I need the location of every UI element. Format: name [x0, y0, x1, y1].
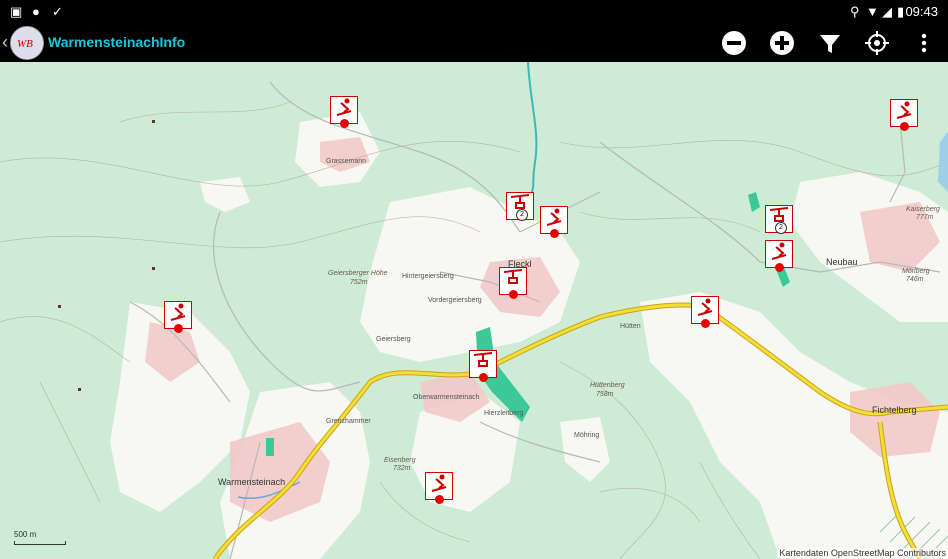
location-icon: ⚲ — [850, 4, 860, 19]
marker-dot — [479, 373, 488, 382]
app-title: WarmensteinachInfo — [48, 34, 186, 50]
signal-icon: ◢ — [882, 4, 892, 19]
label-geiersberger-hoehe: Geiersberger Höhe — [328, 270, 388, 277]
label-oberwarmensteinach: Oberwarmensteinach — [413, 394, 480, 401]
scale-bar — [14, 541, 66, 545]
marker-dot — [435, 495, 444, 504]
scale-label: 500 m — [14, 530, 37, 539]
marker-count-badge: 2 — [775, 222, 787, 234]
ski-marker-fleckl-1[interactable]: 2 — [506, 192, 534, 221]
marker-dot — [775, 263, 784, 272]
map-tiles — [0, 62, 948, 559]
label-huetten: Hütten — [620, 323, 641, 330]
ski-marker-geiersberg[interactable] — [691, 296, 719, 328]
app-bar: ‹ WB WarmensteinachInfo — [0, 24, 948, 62]
ski-marker-top-right[interactable] — [890, 99, 918, 131]
marker-dot — [550, 229, 559, 238]
label-huettenberg: Hüttenberg — [590, 382, 625, 389]
label-kaiserberg-elev: 777m — [916, 214, 934, 221]
label-grenzhammer: Grenzhammer — [326, 418, 371, 425]
label-moerlberg: Mörlberg — [902, 268, 930, 275]
ski-lift-icon — [503, 269, 523, 284]
marker-dot — [340, 119, 349, 128]
label-huettenberg-elev: 758m — [596, 391, 614, 398]
clock: 09:43 — [905, 4, 938, 19]
locate-button[interactable] — [861, 27, 893, 59]
zoom-out-button[interactable] — [718, 27, 750, 59]
map-attribution[interactable]: Kartendaten OpenStreetMap Contributors — [777, 548, 948, 558]
map-view[interactable]: Grassemann Geiersberger Höhe 752m Hinter… — [0, 62, 948, 559]
ski-marker-neubau-2[interactable] — [765, 240, 793, 272]
back-icon[interactable]: ‹ — [2, 32, 8, 53]
svg-text:WB: WB — [17, 38, 33, 50]
marker-count-badge: 2 — [516, 209, 528, 221]
ski-lift-icon — [473, 352, 493, 367]
ski-marker-fleckl-2[interactable] — [540, 206, 568, 238]
notification-a-icon: ▣ — [10, 4, 23, 19]
skiing-icon — [431, 474, 447, 492]
overflow-menu-button[interactable] — [908, 27, 940, 59]
skiing-icon — [546, 208, 562, 226]
skiing-icon — [896, 101, 912, 119]
label-neubau: Neubau — [826, 257, 858, 267]
label-moehring: Möhring — [574, 432, 600, 439]
ski-marker-south[interactable] — [425, 472, 453, 504]
app-logo[interactable]: WB — [10, 26, 44, 60]
label-moerlberg-elev: 746m — [906, 276, 924, 283]
ski-marker-west[interactable] — [164, 301, 192, 333]
ski-marker-fleckl-3[interactable] — [499, 267, 527, 299]
skiing-icon — [697, 298, 713, 316]
marker-dot — [701, 319, 710, 328]
label-geiersberg: Geiersberg — [376, 336, 411, 343]
notification-circle-icon: ● — [32, 4, 40, 19]
notification-check-icon: ✓ — [52, 4, 63, 19]
label-fichtelberg: Fichtelberg — [872, 405, 917, 415]
label-kaiserberg: Kaiserberg — [906, 206, 940, 213]
skiing-icon — [170, 303, 186, 321]
label-grassemann: Grassemann — [326, 158, 367, 165]
ski-marker-oberwarmensteinach[interactable] — [469, 350, 497, 382]
ski-marker-grassemann[interactable] — [330, 96, 358, 128]
label-warmensteinach: Warmensteinach — [218, 477, 286, 487]
marker-dot — [900, 122, 909, 131]
label-hintergeiersberg: Hintergeiersberg — [402, 273, 454, 280]
label-hierzleitberg: Hierzleitberg — [484, 410, 524, 417]
marker-dot — [174, 324, 183, 333]
marker-dot — [509, 290, 518, 299]
label-eisenberg-elev: 732m — [393, 465, 411, 472]
ski-marker-neubau-1[interactable]: 2 — [765, 205, 793, 234]
skiing-icon — [771, 242, 787, 260]
label-geiersberger-hoehe-elev: 752m — [350, 279, 368, 286]
battery-icon: ▮ — [897, 4, 905, 19]
filter-button[interactable] — [814, 27, 846, 59]
label-eisenberg: Eisenberg — [384, 457, 416, 464]
wifi-icon: ▼ — [866, 4, 879, 19]
label-vordergeiersberg: Vordergeiersberg — [428, 297, 482, 304]
status-bar: ▣ ● ✓ ⚲ ▼ ◢ ▮ 09:43 — [0, 0, 948, 24]
skiing-icon — [336, 98, 352, 116]
zoom-in-button[interactable] — [766, 27, 798, 59]
